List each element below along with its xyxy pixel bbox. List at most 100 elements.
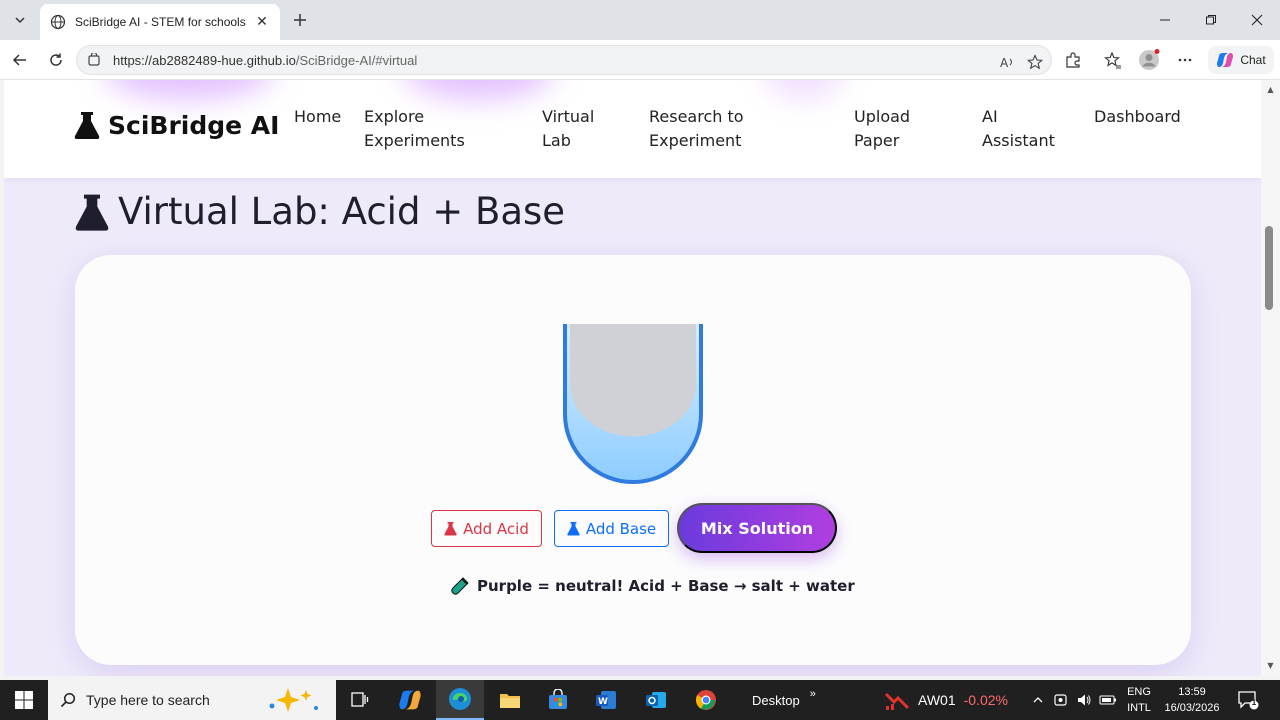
word-button[interactable]: W [582,680,630,720]
task-view-button[interactable] [336,680,384,720]
scroll-down-arrow[interactable]: ▼ [1265,660,1276,671]
desktop-toolbar[interactable]: Desktop » [752,680,816,720]
stock-widget[interactable]: AW01 -0.02% [884,680,1008,720]
notification-center-button[interactable]: 1 [1236,688,1260,712]
browser-tab[interactable]: SciBridge AI - STEM for schools ✕ [40,4,280,40]
search-icon [60,692,76,708]
new-tab-button[interactable] [288,8,312,32]
windows-logo-icon [15,691,33,709]
brand-name: SciBridge AI [108,110,280,140]
scroll-up-arrow[interactable]: ▲ [1265,84,1276,95]
lang-layout: INTL [1127,702,1151,714]
copilot-icon [399,690,421,710]
arrow-left-icon [12,54,26,66]
browser-toolbar: https://ab2882489-hue.github.io/SciBridg… [0,40,1280,80]
add-base-button[interactable]: Add Base [554,510,669,547]
stock-change: -0.02% [963,692,1008,708]
chrome-button[interactable] [682,680,730,720]
chat-label: Chat [1240,53,1266,67]
minimize-icon [1160,19,1170,21]
site-header: SciBridge AI Home Explore Experiments Vi… [4,80,1261,178]
site-info-icon[interactable] [85,51,103,69]
outlook-icon [646,692,666,708]
system-clock[interactable]: 13:59 16/03/2026 [1160,684,1224,716]
copilot-taskbar-button[interactable] [386,680,434,720]
clock-date: 16/03/2026 [1164,702,1220,714]
tab-actions-button[interactable] [6,6,34,34]
nav-research-to-experiment[interactable]: Research to Experiment [649,105,799,153]
svg-text:A: A [1000,56,1009,70]
close-window-button[interactable] [1234,6,1280,34]
language-indicator[interactable]: ENG INTL [1124,684,1154,716]
volume-icon[interactable] [1074,690,1094,710]
nav-upload-paper[interactable]: Upload Paper [854,105,944,153]
back-button[interactable] [8,48,32,72]
profile-avatar-icon[interactable] [1138,49,1160,71]
plus-icon [294,14,306,26]
edge-taskbar-button[interactable] [436,680,484,720]
store-icon [549,689,567,709]
url-path: /SciBridge-AI/#virtual [295,52,418,68]
brand-logo[interactable]: SciBridge AI [74,110,279,140]
page-heading: Virtual Lab: Acid + Base [74,190,565,233]
close-tab-icon[interactable]: ✕ [254,14,270,30]
chevron-double-icon: » [809,688,816,700]
search-placeholder: Type here to search [86,692,210,708]
flask-icon [75,194,109,231]
store-button[interactable] [534,680,582,720]
refresh-button[interactable] [44,48,68,72]
globe-icon [50,14,66,30]
header-decoration [104,80,274,100]
svg-text:W: W [598,697,608,707]
flask-icon [444,522,457,536]
beaker [563,324,703,484]
word-icon: W [596,691,616,709]
chevron-up-icon[interactable] [1028,690,1048,710]
virtual-lab-card: Add Acid Add Base Mix Solution Purple = … [75,255,1191,665]
close-icon [1251,14,1263,26]
copilot-icon [1217,53,1234,67]
start-button[interactable] [0,680,48,720]
nav-ai-assistant[interactable]: AI Assistant [982,105,1072,153]
url-text: https://ab2882489-hue.github.io/SciBridg… [113,53,417,68]
sparkle-icon [269,688,318,712]
url-host: https://ab2882489-hue.github.io [113,52,296,68]
flask-icon [74,112,100,139]
stock-chart-icon [884,692,910,710]
add-acid-button[interactable]: Add Acid [431,510,542,547]
extensions-icon[interactable] [1062,49,1084,71]
nav-explore-experiments[interactable]: Explore Experiments [364,105,484,153]
browser-tab-bar: SciBridge AI - STEM for schools ✕ [0,0,1280,40]
nav-virtual-lab[interactable]: Virtual Lab [542,105,612,153]
read-aloud-icon[interactable]: A [997,52,1017,72]
page-scrollbar[interactable]: ▲ ▼ [1261,80,1280,676]
battery-icon[interactable] [1098,690,1118,710]
scroll-thumb[interactable] [1265,226,1273,310]
address-bar[interactable]: https://ab2882489-hue.github.io/SciBridg… [76,45,1052,75]
web-page: SciBridge AI Home Explore Experiments Vi… [4,80,1261,676]
favorites-icon[interactable] [1102,49,1124,71]
file-explorer-button[interactable] [486,680,534,720]
tab-title: SciBridge AI - STEM for schools [75,15,246,29]
nav-home[interactable]: Home [294,105,344,129]
notification-count: 1 [1251,698,1257,707]
minimize-button[interactable] [1142,6,1188,34]
lang-code: ENG [1127,686,1151,698]
chrome-icon [695,690,716,710]
add-base-label: Add Base [585,519,657,538]
favorite-star-icon[interactable] [1025,52,1045,72]
result-message: Purple = neutral! Acid + Base → salt + w… [451,577,855,595]
nav-dashboard[interactable]: Dashboard [1094,105,1204,129]
outlook-button[interactable] [632,680,680,720]
test-tube-icon [451,577,469,595]
meeting-icon[interactable] [1051,690,1071,710]
more-options-icon[interactable] [1174,49,1196,71]
desktop-label: Desktop [752,692,800,708]
stock-symbol: AW01 [918,692,956,708]
mix-solution-button[interactable]: Mix Solution [677,503,837,553]
taskbar-search[interactable]: Type here to search [48,680,336,720]
restore-button[interactable] [1188,6,1234,34]
page-title: Virtual Lab: Acid + Base [118,190,566,233]
restore-icon [1206,15,1216,25]
copilot-chat-button[interactable]: Chat [1208,46,1274,74]
